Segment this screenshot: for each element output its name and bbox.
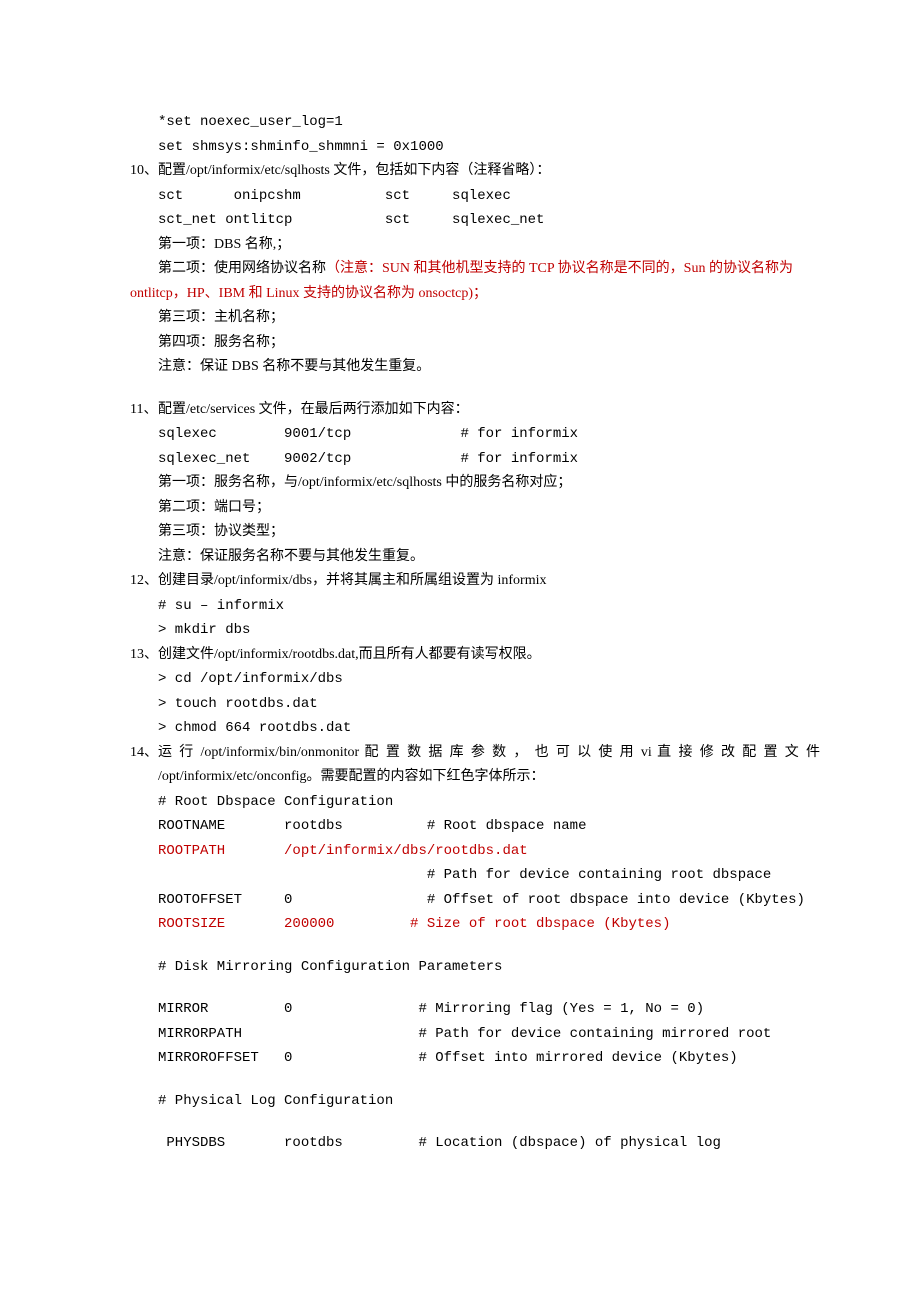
text-span: 第二项：使用网络协议名称 <box>158 261 326 276</box>
config-comment: # Root Dbspace Configuration <box>130 790 820 815</box>
section-number: 11、 <box>130 398 158 423</box>
text-line: 第二项：使用网络协议名称（注意：SUN 和其他机型支持的 TCP 协议名称是不同… <box>130 257 820 282</box>
code-line: sct onipcshm sct sqlexec <box>130 184 820 209</box>
text-line: 第一项：DBS 名称,； <box>130 233 820 258</box>
section-title: 创建文件/opt/informix/rootdbs.dat,而且所有人都要有读写… <box>158 643 820 668</box>
code-line: > touch rootdbs.dat <box>130 692 820 717</box>
text-line: 第三项：协议类型； <box>130 520 820 545</box>
section-number: 10、 <box>130 159 158 184</box>
spacer <box>130 937 820 955</box>
code-line: > mkdir dbs <box>130 618 820 643</box>
spacer <box>130 380 820 398</box>
code-line: *set noexec_user_log=1 <box>130 110 820 135</box>
section-13: 13、 创建文件/opt/informix/rootdbs.dat,而且所有人都… <box>130 643 820 668</box>
text-line: 第一项：服务名称，与/opt/informix/etc/sqlhosts 中的服… <box>130 471 820 496</box>
section-10: 10、 配置/opt/informix/etc/sqlhosts 文件，包括如下… <box>130 159 820 184</box>
section-title: 配置/etc/services 文件，在最后两行添加如下内容： <box>158 398 820 423</box>
spacer <box>130 1113 820 1131</box>
text-line: 第四项：服务名称； <box>130 331 820 356</box>
text-line: 第二项：端口号； <box>130 496 820 521</box>
config-line: # Path for device containing root dbspac… <box>130 863 820 888</box>
text-line: 注意：保证 DBS 名称不要与其他发生重复。 <box>130 355 820 380</box>
code-line: # su – informix <box>130 594 820 619</box>
section-number: 14、 <box>130 741 158 766</box>
section-number: 12、 <box>130 569 158 594</box>
section-title: 配置/opt/informix/etc/sqlhosts 文件，包括如下内容（注… <box>158 159 820 184</box>
code-line: > cd /opt/informix/dbs <box>130 667 820 692</box>
config-line-red: ROOTSIZE 200000 # Size of root dbspace (… <box>130 912 820 937</box>
code-line: sqlexec_net 9002/tcp # for informix <box>130 447 820 472</box>
section-14: 14、 运 行 /opt/informix/bin/onmonitor 配 置 … <box>130 741 820 766</box>
text-span-red: （注意：SUN 和其他机型支持的 TCP 协议名称是不同的，Sun 的协议名称为 <box>326 261 793 276</box>
section-title: 运 行 /opt/informix/bin/onmonitor 配 置 数 据 … <box>158 741 820 766</box>
code-line: > chmod 664 rootdbs.dat <box>130 716 820 741</box>
config-line-red: ROOTPATH /opt/informix/dbs/rootdbs.dat <box>130 839 820 864</box>
section-title: 创建目录/opt/informix/dbs，并将其属主和所属组设置为 infor… <box>158 569 820 594</box>
text-line: 第三项：主机名称； <box>130 306 820 331</box>
code-line: sct_net ontlitcp sct sqlexec_net <box>130 208 820 233</box>
config-line: MIRROR 0 # Mirroring flag (Yes = 1, No =… <box>130 997 820 1022</box>
text-line: /opt/informix/etc/onconfig。需要配置的内容如下红色字体… <box>130 765 820 790</box>
config-line: ROOTOFFSET 0 # Offset of root dbspace in… <box>130 888 820 913</box>
code-line: set shmsys:shminfo_shmmni = 0x1000 <box>130 135 820 160</box>
code-line: sqlexec 9001/tcp # for informix <box>130 422 820 447</box>
spacer <box>130 1071 820 1089</box>
config-comment: # Physical Log Configuration <box>130 1089 820 1114</box>
text-span-red: ontlitcp，HP、IBM 和 Linux 支持的协议名称为 onsoctc… <box>130 282 820 307</box>
config-comment: # Disk Mirroring Configuration Parameter… <box>130 955 820 980</box>
section-12: 12、 创建目录/opt/informix/dbs，并将其属主和所属组设置为 i… <box>130 569 820 594</box>
config-line: MIRROROFFSET 0 # Offset into mirrored de… <box>130 1046 820 1071</box>
document-page: *set noexec_user_log=1 set shmsys:shminf… <box>0 0 920 1216</box>
text-line: 注意：保证服务名称不要与其他发生重复。 <box>130 545 820 570</box>
spacer <box>130 979 820 997</box>
config-line: PHYSDBS rootdbs # Location (dbspace) of … <box>130 1131 820 1156</box>
section-number: 13、 <box>130 643 158 668</box>
config-line: MIRRORPATH # Path for device containing … <box>130 1022 820 1047</box>
config-line: ROOTNAME rootdbs # Root dbspace name <box>130 814 820 839</box>
section-11: 11、 配置/etc/services 文件，在最后两行添加如下内容： <box>130 398 820 423</box>
